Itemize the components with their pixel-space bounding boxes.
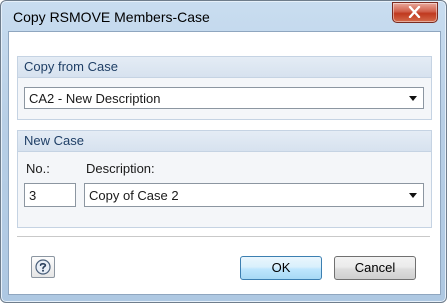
case-number-input[interactable]: 3 (24, 183, 76, 207)
description-combo[interactable]: Copy of Case 2 (84, 183, 424, 207)
help-button[interactable] (31, 256, 55, 278)
dialog-client-area: Copy from Case CA2 - New Description New… (8, 31, 441, 295)
description-label: Description: (86, 161, 155, 176)
copy-from-group: Copy from Case CA2 - New Description (17, 56, 432, 120)
help-icon (35, 259, 51, 275)
cancel-button[interactable]: Cancel (334, 256, 416, 280)
close-icon (408, 6, 421, 18)
ok-button[interactable]: OK (240, 256, 322, 280)
window-title: Copy RSMOVE Members-Case (13, 9, 210, 25)
case-number-value: 3 (29, 188, 37, 203)
dialog-window: Copy RSMOVE Members-Case Copy from Case … (0, 0, 447, 303)
copy-from-case-value: CA2 - New Description (29, 91, 161, 106)
close-button[interactable] (392, 2, 438, 23)
case-number-label: No.: (26, 161, 50, 176)
chevron-down-icon (409, 193, 417, 198)
separator (17, 236, 430, 238)
description-value: Copy of Case 2 (89, 188, 179, 203)
new-case-header: New Case (18, 131, 431, 152)
copy-from-header: Copy from Case (18, 57, 431, 78)
new-case-group: New Case No.: Description: 3 Copy of Cas… (17, 130, 432, 228)
chevron-down-icon (409, 96, 417, 101)
copy-from-case-select[interactable]: CA2 - New Description (24, 87, 424, 109)
title-bar: Copy RSMOVE Members-Case (1, 1, 446, 31)
